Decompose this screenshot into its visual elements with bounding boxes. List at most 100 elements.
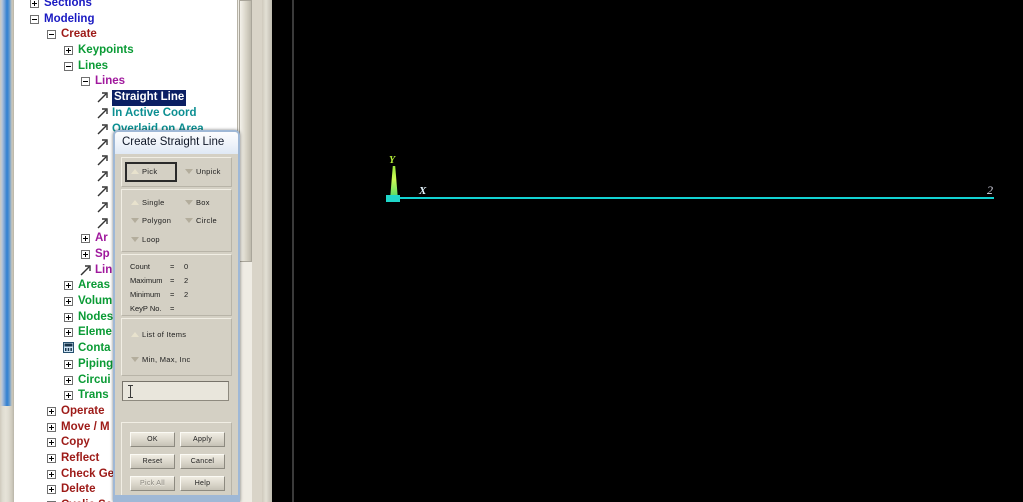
tree-item-label: Piping xyxy=(78,357,114,370)
reset-button[interactable]: Reset xyxy=(130,454,175,469)
tree-item-label: Copy xyxy=(61,436,90,449)
expand-plus-icon[interactable] xyxy=(64,328,73,338)
dialog-launch-arrow-icon xyxy=(97,201,108,213)
status-row-maximum: Maximum = 2 xyxy=(130,276,188,285)
tree-item-in-active-coord[interactable]: In Active Coord xyxy=(14,106,237,122)
expand-plus-icon[interactable] xyxy=(47,469,56,479)
radio-single[interactable]: Single xyxy=(131,198,165,207)
radio-list-of-items-label: List of Items xyxy=(142,330,187,339)
tree-item-modeling[interactable]: Modeling xyxy=(14,12,237,28)
entry-mode-group: List of Items Min, Max, Inc xyxy=(121,318,232,376)
expand-plus-icon[interactable] xyxy=(47,406,56,416)
tree-item-create[interactable]: Create xyxy=(14,27,237,43)
tree-item-label: Delete xyxy=(61,483,96,496)
tree-item-label: Sections xyxy=(44,0,92,9)
tree-item-label: Eleme xyxy=(78,326,112,339)
status-value: 2 xyxy=(184,276,189,285)
tree-item-lines[interactable]: Lines xyxy=(14,74,237,90)
radio-unpick[interactable]: Unpick xyxy=(185,167,221,176)
radio-down-triangle-icon xyxy=(185,167,194,175)
ansys-application-window: Sections Modeling Create Keypoints Lines Line… xyxy=(0,0,1023,502)
tree-item-lines[interactable]: Lines xyxy=(14,59,237,75)
pick-mode-group: Pick Unpick xyxy=(121,157,232,187)
cancel-button[interactable]: Cancel xyxy=(180,454,225,469)
expand-plus-icon[interactable] xyxy=(81,234,90,244)
tree-item-label: Sp xyxy=(95,248,110,260)
help-button[interactable]: Help xyxy=(180,476,225,491)
status-key: KeyP No. xyxy=(130,304,162,313)
expand-plus-icon[interactable] xyxy=(64,375,73,385)
menu-window-filler xyxy=(252,0,262,502)
tree-item-sections[interactable]: Sections xyxy=(14,0,237,12)
status-equals: = xyxy=(170,304,175,313)
menu-window-right-edge xyxy=(262,0,272,502)
radio-down-triangle-icon xyxy=(131,216,140,224)
radio-up-triangle-icon xyxy=(131,198,140,206)
collapse-minus-icon[interactable] xyxy=(64,61,73,71)
tree-scrollbar-thumb[interactable] xyxy=(239,0,252,262)
radio-single-label: Single xyxy=(142,198,165,207)
radio-pick[interactable]: Pick xyxy=(131,167,157,176)
tree-item-label: Reflect xyxy=(61,451,100,464)
window-separator xyxy=(272,0,292,502)
radio-down-triangle-icon xyxy=(185,198,194,206)
keypoint-label-2: 2 xyxy=(987,183,993,197)
tree-item-label: Lin xyxy=(95,263,113,276)
expand-plus-icon[interactable] xyxy=(30,0,39,8)
tree-item-label: Lines xyxy=(95,75,126,88)
expand-plus-icon[interactable] xyxy=(64,391,73,401)
pick-all-button[interactable]: Pick All xyxy=(130,476,175,491)
tree-item-label: Straight Line xyxy=(112,90,187,106)
status-row-keyp-no: KeyP No. = xyxy=(130,304,184,313)
radio-loop[interactable]: Loop xyxy=(131,235,160,244)
expand-plus-icon[interactable] xyxy=(47,485,56,495)
radio-down-triangle-icon xyxy=(185,216,194,224)
tree-item-label: Ar xyxy=(95,232,108,245)
collapse-minus-icon[interactable] xyxy=(81,77,90,87)
tree-item-straight-line[interactable]: Straight Line xyxy=(14,90,237,106)
status-equals: = xyxy=(170,262,175,271)
expand-plus-icon[interactable] xyxy=(64,312,73,322)
status-key: Count xyxy=(130,262,151,271)
radio-loop-label: Loop xyxy=(142,235,160,244)
radio-list-of-items[interactable]: List of Items xyxy=(131,330,186,339)
create-straight-line-dialog[interactable]: Create Straight Line Pick Unpick Single … xyxy=(113,130,240,502)
radio-down-triangle-icon xyxy=(131,235,140,243)
graphics-window[interactable]: 2 Y X xyxy=(292,0,1023,502)
expand-plus-icon[interactable] xyxy=(64,297,73,307)
dialog-launch-arrow-icon xyxy=(97,170,108,182)
collapse-minus-icon[interactable] xyxy=(47,30,56,40)
radio-unpick-label: Unpick xyxy=(196,167,221,176)
status-key: Minimum xyxy=(130,290,161,299)
expand-plus-icon[interactable] xyxy=(81,250,90,259)
dialog-launch-arrow-icon xyxy=(97,217,108,229)
expand-plus-icon[interactable] xyxy=(47,422,56,432)
tree-item-label: Trans xyxy=(78,389,109,402)
tree-item-keypoints[interactable]: Keypoints xyxy=(14,43,237,59)
pick-status-group: Count = 0 Maximum = 2 Minimum = 2 KeyP No. = xyxy=(121,254,232,316)
picker-text-input[interactable] xyxy=(122,381,229,401)
expand-plus-icon[interactable] xyxy=(64,281,73,291)
radio-circle[interactable]: Circle xyxy=(185,216,217,225)
graphics-window-border xyxy=(292,0,1023,502)
expand-plus-icon[interactable] xyxy=(47,453,56,463)
expand-plus-icon[interactable] xyxy=(64,46,73,56)
collapse-minus-icon[interactable] xyxy=(30,14,39,24)
tree-item-label: In Active Coord xyxy=(112,106,197,119)
radio-min-max-inc[interactable]: Min, Max, Inc xyxy=(131,355,191,364)
dialog-launch-arrow-icon xyxy=(97,138,108,150)
tree-item-label: Conta xyxy=(78,342,111,355)
tree-item-label: Operate xyxy=(61,404,105,417)
tree-item-label: Keypoints xyxy=(78,44,134,57)
expand-plus-icon[interactable] xyxy=(64,359,73,369)
radio-polygon[interactable]: Polygon xyxy=(131,216,171,225)
tree-item-label: Cyclic Se xyxy=(61,498,112,502)
apply-button[interactable]: Apply xyxy=(180,432,225,447)
radio-box[interactable]: Box xyxy=(185,198,210,207)
expand-plus-icon[interactable] xyxy=(47,438,56,448)
status-equals: = xyxy=(170,276,175,285)
dialog-bottom-edge xyxy=(115,495,238,500)
ok-button[interactable]: OK xyxy=(130,432,175,447)
tree-item-label: Circui xyxy=(78,373,111,386)
dialog-button-group: OK Apply Reset Cancel Pick All Help xyxy=(121,422,232,498)
